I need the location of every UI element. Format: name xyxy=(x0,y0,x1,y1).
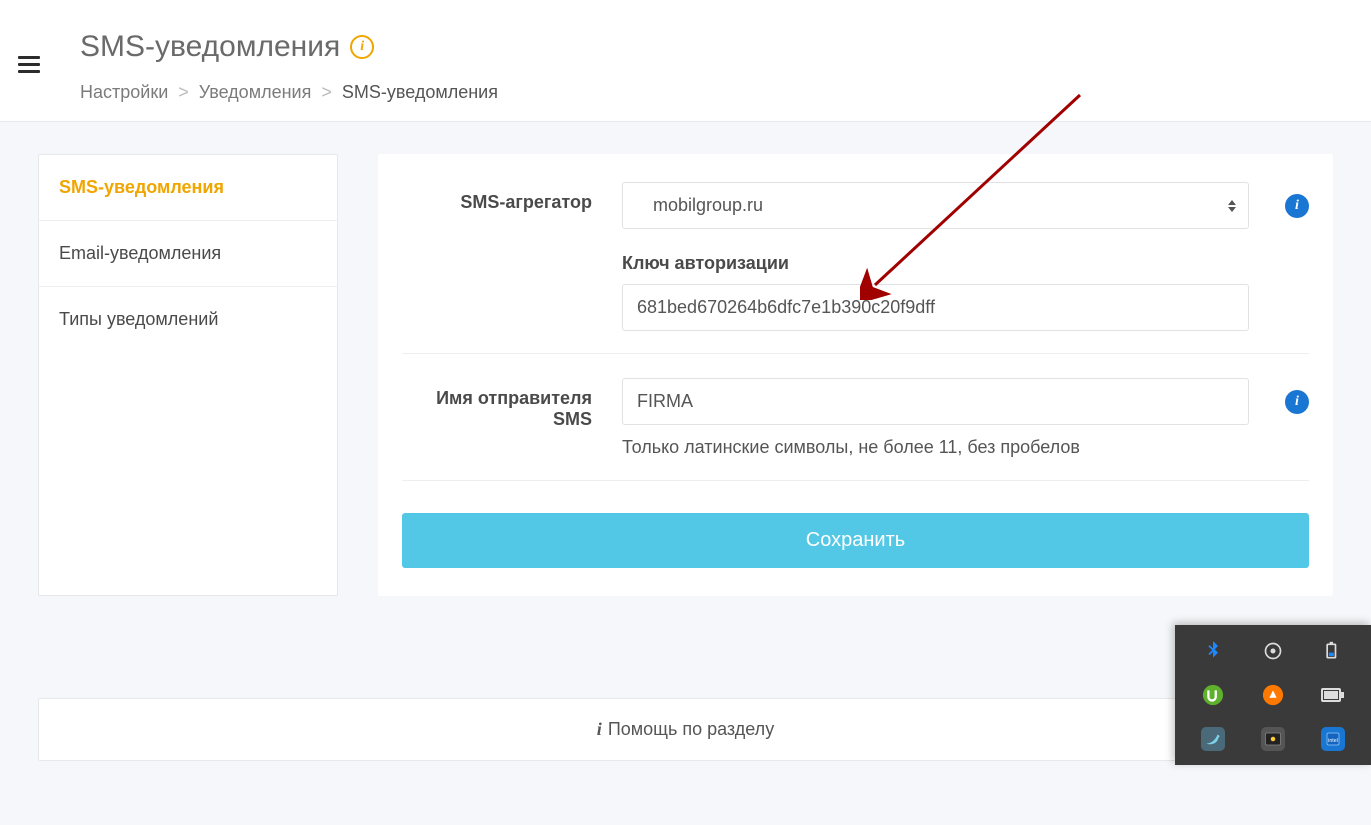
bird-icon[interactable] xyxy=(1201,727,1225,751)
page-title-text: SMS-уведомления xyxy=(80,30,340,64)
bluetooth-icon[interactable] xyxy=(1201,639,1225,663)
select-chevron-icon xyxy=(1228,200,1236,212)
page-header: SMS-уведомления i Настройки > Уведомлени… xyxy=(0,0,1371,122)
info-icon: i xyxy=(597,719,602,740)
breadcrumb-current: SMS-уведомления xyxy=(342,82,498,103)
page-title: SMS-уведомления i xyxy=(80,30,1371,64)
sidebar-item-email[interactable]: Email-уведомления xyxy=(39,221,337,287)
auth-key-label: Ключ авторизации xyxy=(622,253,1249,274)
breadcrumb-item-settings[interactable]: Настройки xyxy=(80,82,168,103)
menu-toggle-icon[interactable] xyxy=(18,56,40,74)
main-panel: SMS-агрегатор mobilgroup.ru Ключ авториз… xyxy=(378,154,1333,596)
sidebar-item-label: Типы уведомлений xyxy=(59,309,218,329)
record-icon[interactable] xyxy=(1261,639,1285,663)
breadcrumb-item-notifications[interactable]: Уведомления xyxy=(199,82,312,103)
save-button[interactable]: Сохранить xyxy=(402,513,1309,568)
avast-icon[interactable] xyxy=(1261,683,1285,707)
sidebar: SMS-уведомления Email-уведомления Типы у… xyxy=(38,154,338,596)
breadcrumb: Настройки > Уведомления > SMS-уведомлени… xyxy=(80,82,1371,103)
chevron-right-icon: > xyxy=(321,82,332,103)
sender-input[interactable] xyxy=(622,378,1249,425)
power-icon[interactable] xyxy=(1321,683,1345,707)
help-link[interactable]: i Помощь по разделу xyxy=(38,698,1333,761)
info-icon[interactable]: i xyxy=(350,35,374,59)
sidebar-item-label: SMS-уведомления xyxy=(59,177,224,197)
sidebar-item-types[interactable]: Типы уведомлений xyxy=(39,287,337,352)
gallery-icon[interactable] xyxy=(1261,727,1285,751)
utorrent-icon[interactable] xyxy=(1201,683,1225,707)
info-icon[interactable]: i xyxy=(1285,194,1309,218)
help-text: Помощь по разделу xyxy=(608,719,774,740)
sender-hint: Только латинские символы, не более 11, б… xyxy=(622,437,1249,458)
sender-label: Имя отправителя SMS xyxy=(402,378,622,430)
auth-key-input[interactable] xyxy=(622,284,1249,331)
system-tray: intel xyxy=(1175,625,1371,765)
aggregator-selected-value: mobilgroup.ru xyxy=(653,195,763,216)
aggregator-label: SMS-агрегатор xyxy=(402,182,622,213)
info-icon[interactable]: i xyxy=(1285,390,1309,414)
sidebar-item-sms[interactable]: SMS-уведомления xyxy=(39,155,337,221)
battery-icon[interactable] xyxy=(1321,639,1345,663)
aggregator-select[interactable]: mobilgroup.ru xyxy=(622,182,1249,229)
sidebar-item-label: Email-уведомления xyxy=(59,243,221,263)
svg-text:intel: intel xyxy=(1328,738,1338,744)
intel-icon[interactable]: intel xyxy=(1321,727,1345,751)
chevron-right-icon: > xyxy=(178,82,189,103)
